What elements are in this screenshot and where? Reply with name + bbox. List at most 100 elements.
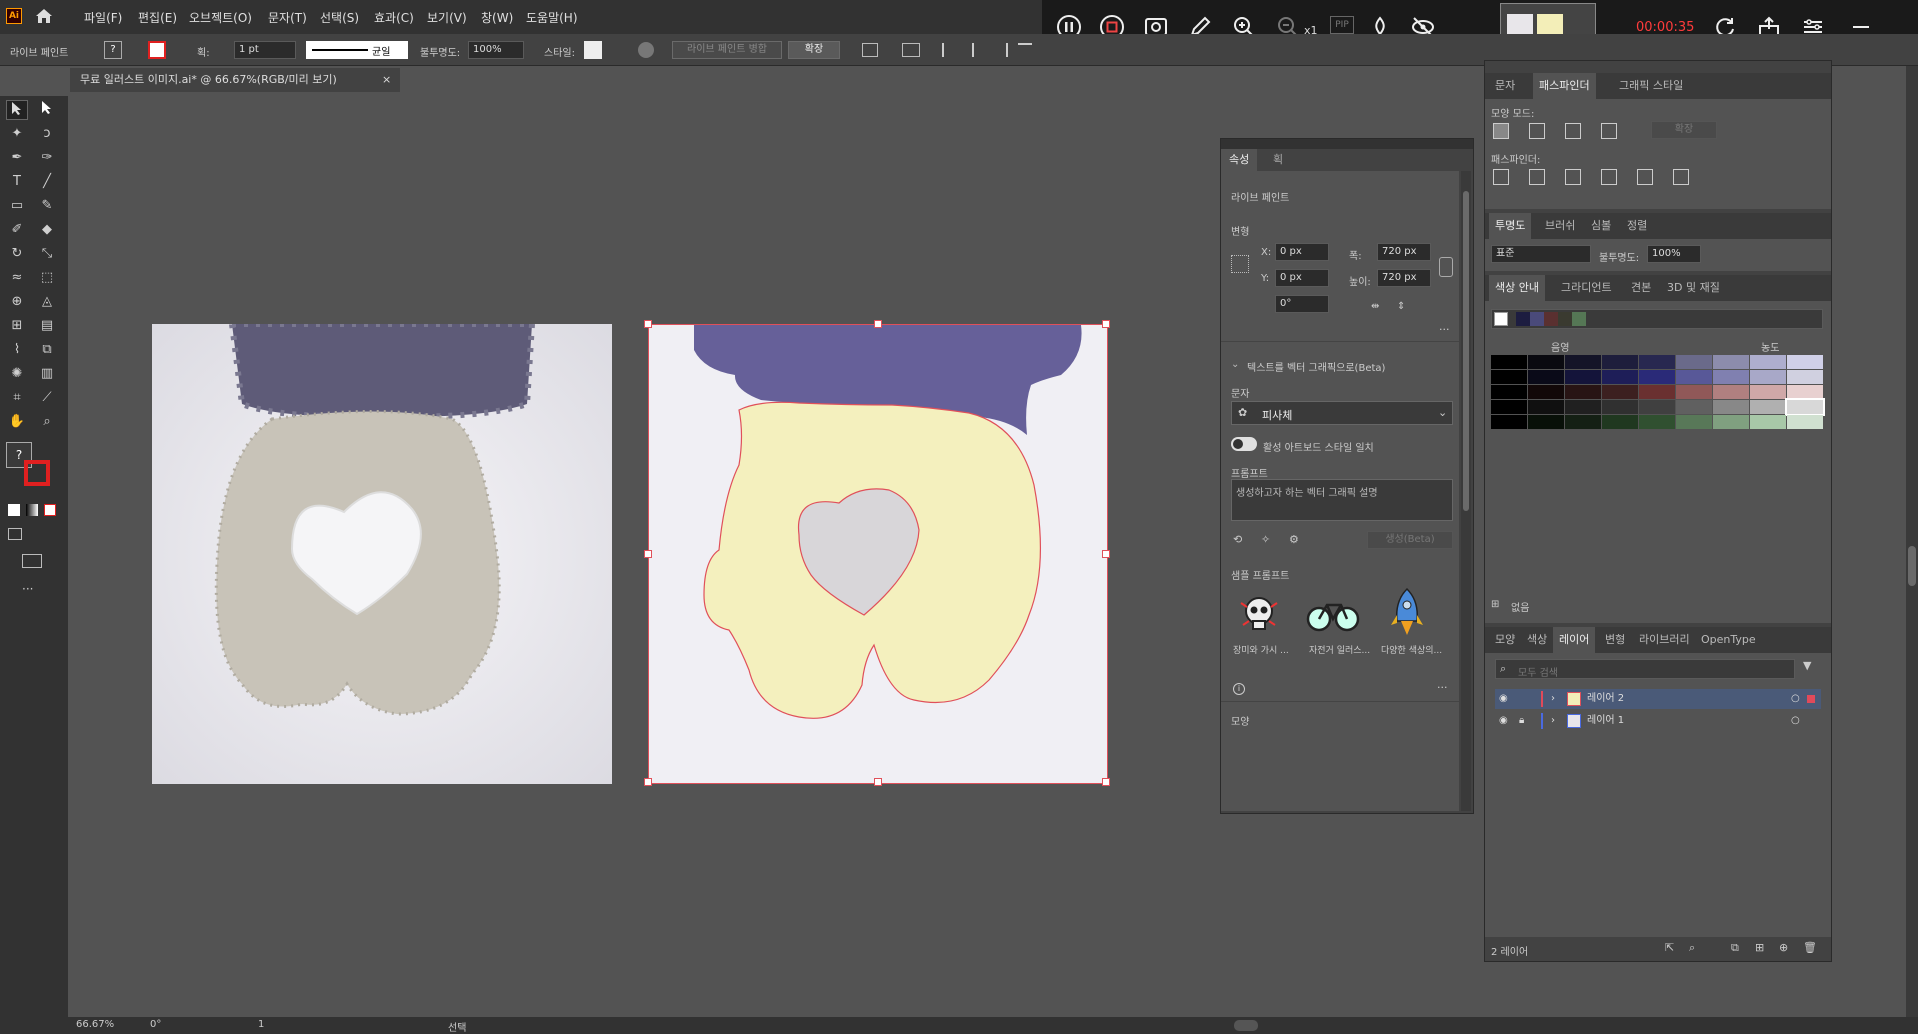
minus-back-icon[interactable] xyxy=(1673,169,1689,185)
tab-properties[interactable]: 속성 xyxy=(1221,149,1258,171)
tab-color[interactable]: 색상 xyxy=(1521,627,1553,653)
gradient-tool-icon[interactable]: ▤ xyxy=(36,316,58,336)
draw-normal-icon[interactable] xyxy=(8,528,22,540)
color-variation-swatch[interactable] xyxy=(1565,355,1601,369)
generate-button[interactable]: 생성(Beta) xyxy=(1367,531,1453,549)
stroke-style-dropdown[interactable]: 균일 xyxy=(306,41,408,59)
align-left-icon[interactable] xyxy=(942,43,956,57)
harmony-swatch[interactable] xyxy=(1544,312,1558,326)
stroke-weight-field[interactable]: 1 pt xyxy=(234,41,296,59)
color-variation-swatch[interactable] xyxy=(1787,370,1823,384)
color-variation-swatch[interactable] xyxy=(1565,370,1601,384)
tab-graphic-styles[interactable]: 그래픽 스타일 xyxy=(1613,73,1689,99)
direct-selection-tool-icon[interactable] xyxy=(36,100,58,120)
color-variation-swatch[interactable] xyxy=(1528,400,1564,414)
color-variation-swatch[interactable] xyxy=(1602,355,1638,369)
match-style-toggle[interactable] xyxy=(1231,437,1257,451)
width-field[interactable]: 720 px xyxy=(1377,243,1431,261)
menu-window[interactable]: 창(W) xyxy=(481,9,513,26)
target-icon[interactable]: ○ xyxy=(1791,689,1800,709)
color-variation-swatch[interactable] xyxy=(1565,400,1601,414)
color-variation-swatch[interactable] xyxy=(1750,385,1786,399)
color-variation-swatch[interactable] xyxy=(1787,355,1823,369)
filter-icon[interactable]: ▼ xyxy=(1803,659,1811,672)
height-field[interactable]: 720 px xyxy=(1377,269,1431,287)
artboard-handle-ml[interactable] xyxy=(644,550,652,558)
slice-tool-icon[interactable]: ⟋ xyxy=(36,388,58,408)
tab-appearance[interactable]: 모양 xyxy=(1489,627,1521,653)
color-variation-swatch[interactable] xyxy=(1676,370,1712,384)
artboard-handle-bl[interactable] xyxy=(644,778,652,786)
new-layer-icon[interactable]: ⊕ xyxy=(1779,941,1788,954)
flip-horizontal-icon[interactable]: ⇹ xyxy=(1371,301,1379,312)
symbol-sprayer-tool-icon[interactable]: ✺ xyxy=(6,364,28,384)
menu-type[interactable]: 문자(T) xyxy=(268,9,307,26)
tab-symbols[interactable]: 심볼 xyxy=(1585,213,1617,239)
color-mode-icon[interactable] xyxy=(8,504,20,516)
shape-builder-tool-icon[interactable]: ⊕ xyxy=(6,292,28,312)
color-variation-swatch[interactable] xyxy=(1713,370,1749,384)
eraser-tool-icon[interactable]: ◆ xyxy=(36,220,58,240)
tab-opentype[interactable]: OpenType xyxy=(1695,627,1762,653)
artboard-handle-tc[interactable] xyxy=(874,320,882,328)
color-variation-swatch[interactable] xyxy=(1676,385,1712,399)
shaper-tool-icon[interactable]: ✐ xyxy=(6,220,28,240)
divide-icon[interactable] xyxy=(1493,169,1509,185)
crop-icon[interactable] xyxy=(1601,169,1617,185)
align-panel-icon[interactable] xyxy=(862,43,878,57)
transparency-opacity-field[interactable]: 100% xyxy=(1647,245,1701,263)
layer-row-2[interactable]: ◉ › 레이어 2 ○ xyxy=(1495,689,1821,709)
skull-icon[interactable] xyxy=(1235,591,1283,639)
bicycle-icon[interactable] xyxy=(1305,591,1361,639)
document-tab[interactable]: 무료 일러스트 이미지.ai* @ 66.67%(RGB/미리 보기) × xyxy=(70,68,400,92)
unite-icon[interactable] xyxy=(1493,123,1509,139)
intersect-icon[interactable] xyxy=(1565,123,1581,139)
visibility-eye-icon[interactable]: ◉ xyxy=(1499,711,1508,731)
minus-front-icon[interactable] xyxy=(1529,123,1545,139)
x-field[interactable]: 0 px xyxy=(1275,243,1329,261)
warp-tool-icon[interactable]: ≈ xyxy=(6,268,28,288)
close-tab-icon[interactable]: × xyxy=(382,68,391,92)
paintbrush-tool-icon[interactable]: ✎ xyxy=(36,196,58,216)
harmony-swatch[interactable] xyxy=(1530,312,1544,326)
align-center-icon[interactable] xyxy=(972,43,986,57)
color-variation-swatch[interactable] xyxy=(1602,400,1638,414)
artboard-handle-br[interactable] xyxy=(1102,778,1110,786)
color-variation-swatch[interactable] xyxy=(1491,370,1527,384)
menu-object[interactable]: 오브젝트(O) xyxy=(189,9,252,26)
pathfinder-expand-button[interactable]: 확장 xyxy=(1651,121,1717,139)
more-icon[interactable]: ··· xyxy=(1437,681,1448,694)
target-icon[interactable]: ○ xyxy=(1791,711,1800,731)
y-field[interactable]: 0 px xyxy=(1275,269,1329,287)
lock-icon[interactable]: 🔒︎ xyxy=(1519,711,1524,731)
menu-edit[interactable]: 편집(E) xyxy=(138,9,177,26)
color-variation-swatch[interactable] xyxy=(1528,385,1564,399)
none-mode-icon[interactable] xyxy=(44,504,56,516)
properties-scrollbar[interactable] xyxy=(1461,171,1471,811)
outline-icon[interactable] xyxy=(1637,169,1653,185)
stroke-color-swatch[interactable] xyxy=(148,41,166,59)
color-variation-swatch[interactable] xyxy=(1528,415,1564,429)
tab-3d-materials[interactable]: 3D 및 재질 xyxy=(1661,275,1726,301)
layer-row-1[interactable]: ◉ 🔒︎ › 레이어 1 ○ xyxy=(1495,711,1821,731)
color-variation-swatch[interactable] xyxy=(1750,355,1786,369)
tab-layers[interactable]: 레이어 xyxy=(1553,627,1596,653)
expand-button[interactable]: 확장 xyxy=(788,41,840,59)
new-sublayer-icon[interactable]: ⊞ xyxy=(1755,941,1764,954)
rocket-icon[interactable] xyxy=(1387,585,1427,639)
curvature-tool-icon[interactable]: ✑ xyxy=(36,148,58,168)
align-top-icon[interactable] xyxy=(1018,43,1032,57)
rectangle-tool-icon[interactable]: ▭ xyxy=(6,196,28,216)
color-variation-swatch[interactable] xyxy=(1528,355,1564,369)
tab-transparency[interactable]: 투명도 xyxy=(1489,213,1532,239)
selection-tool-icon[interactable] xyxy=(6,100,28,120)
harmony-swatch[interactable] xyxy=(1572,312,1586,326)
graph-tool-icon[interactable]: ▥ xyxy=(36,364,58,384)
tab-libraries[interactable]: 라이브러리 xyxy=(1633,627,1696,653)
fill-color-swatch[interactable]: ? xyxy=(104,41,122,59)
color-variation-swatch[interactable] xyxy=(1750,400,1786,414)
artboard-handle-tr[interactable] xyxy=(1102,320,1110,328)
tab-color-guide[interactable]: 색상 안내 xyxy=(1489,275,1545,301)
visibility-eye-icon[interactable]: ◉ xyxy=(1499,689,1508,709)
color-variation-swatch[interactable] xyxy=(1491,385,1527,399)
